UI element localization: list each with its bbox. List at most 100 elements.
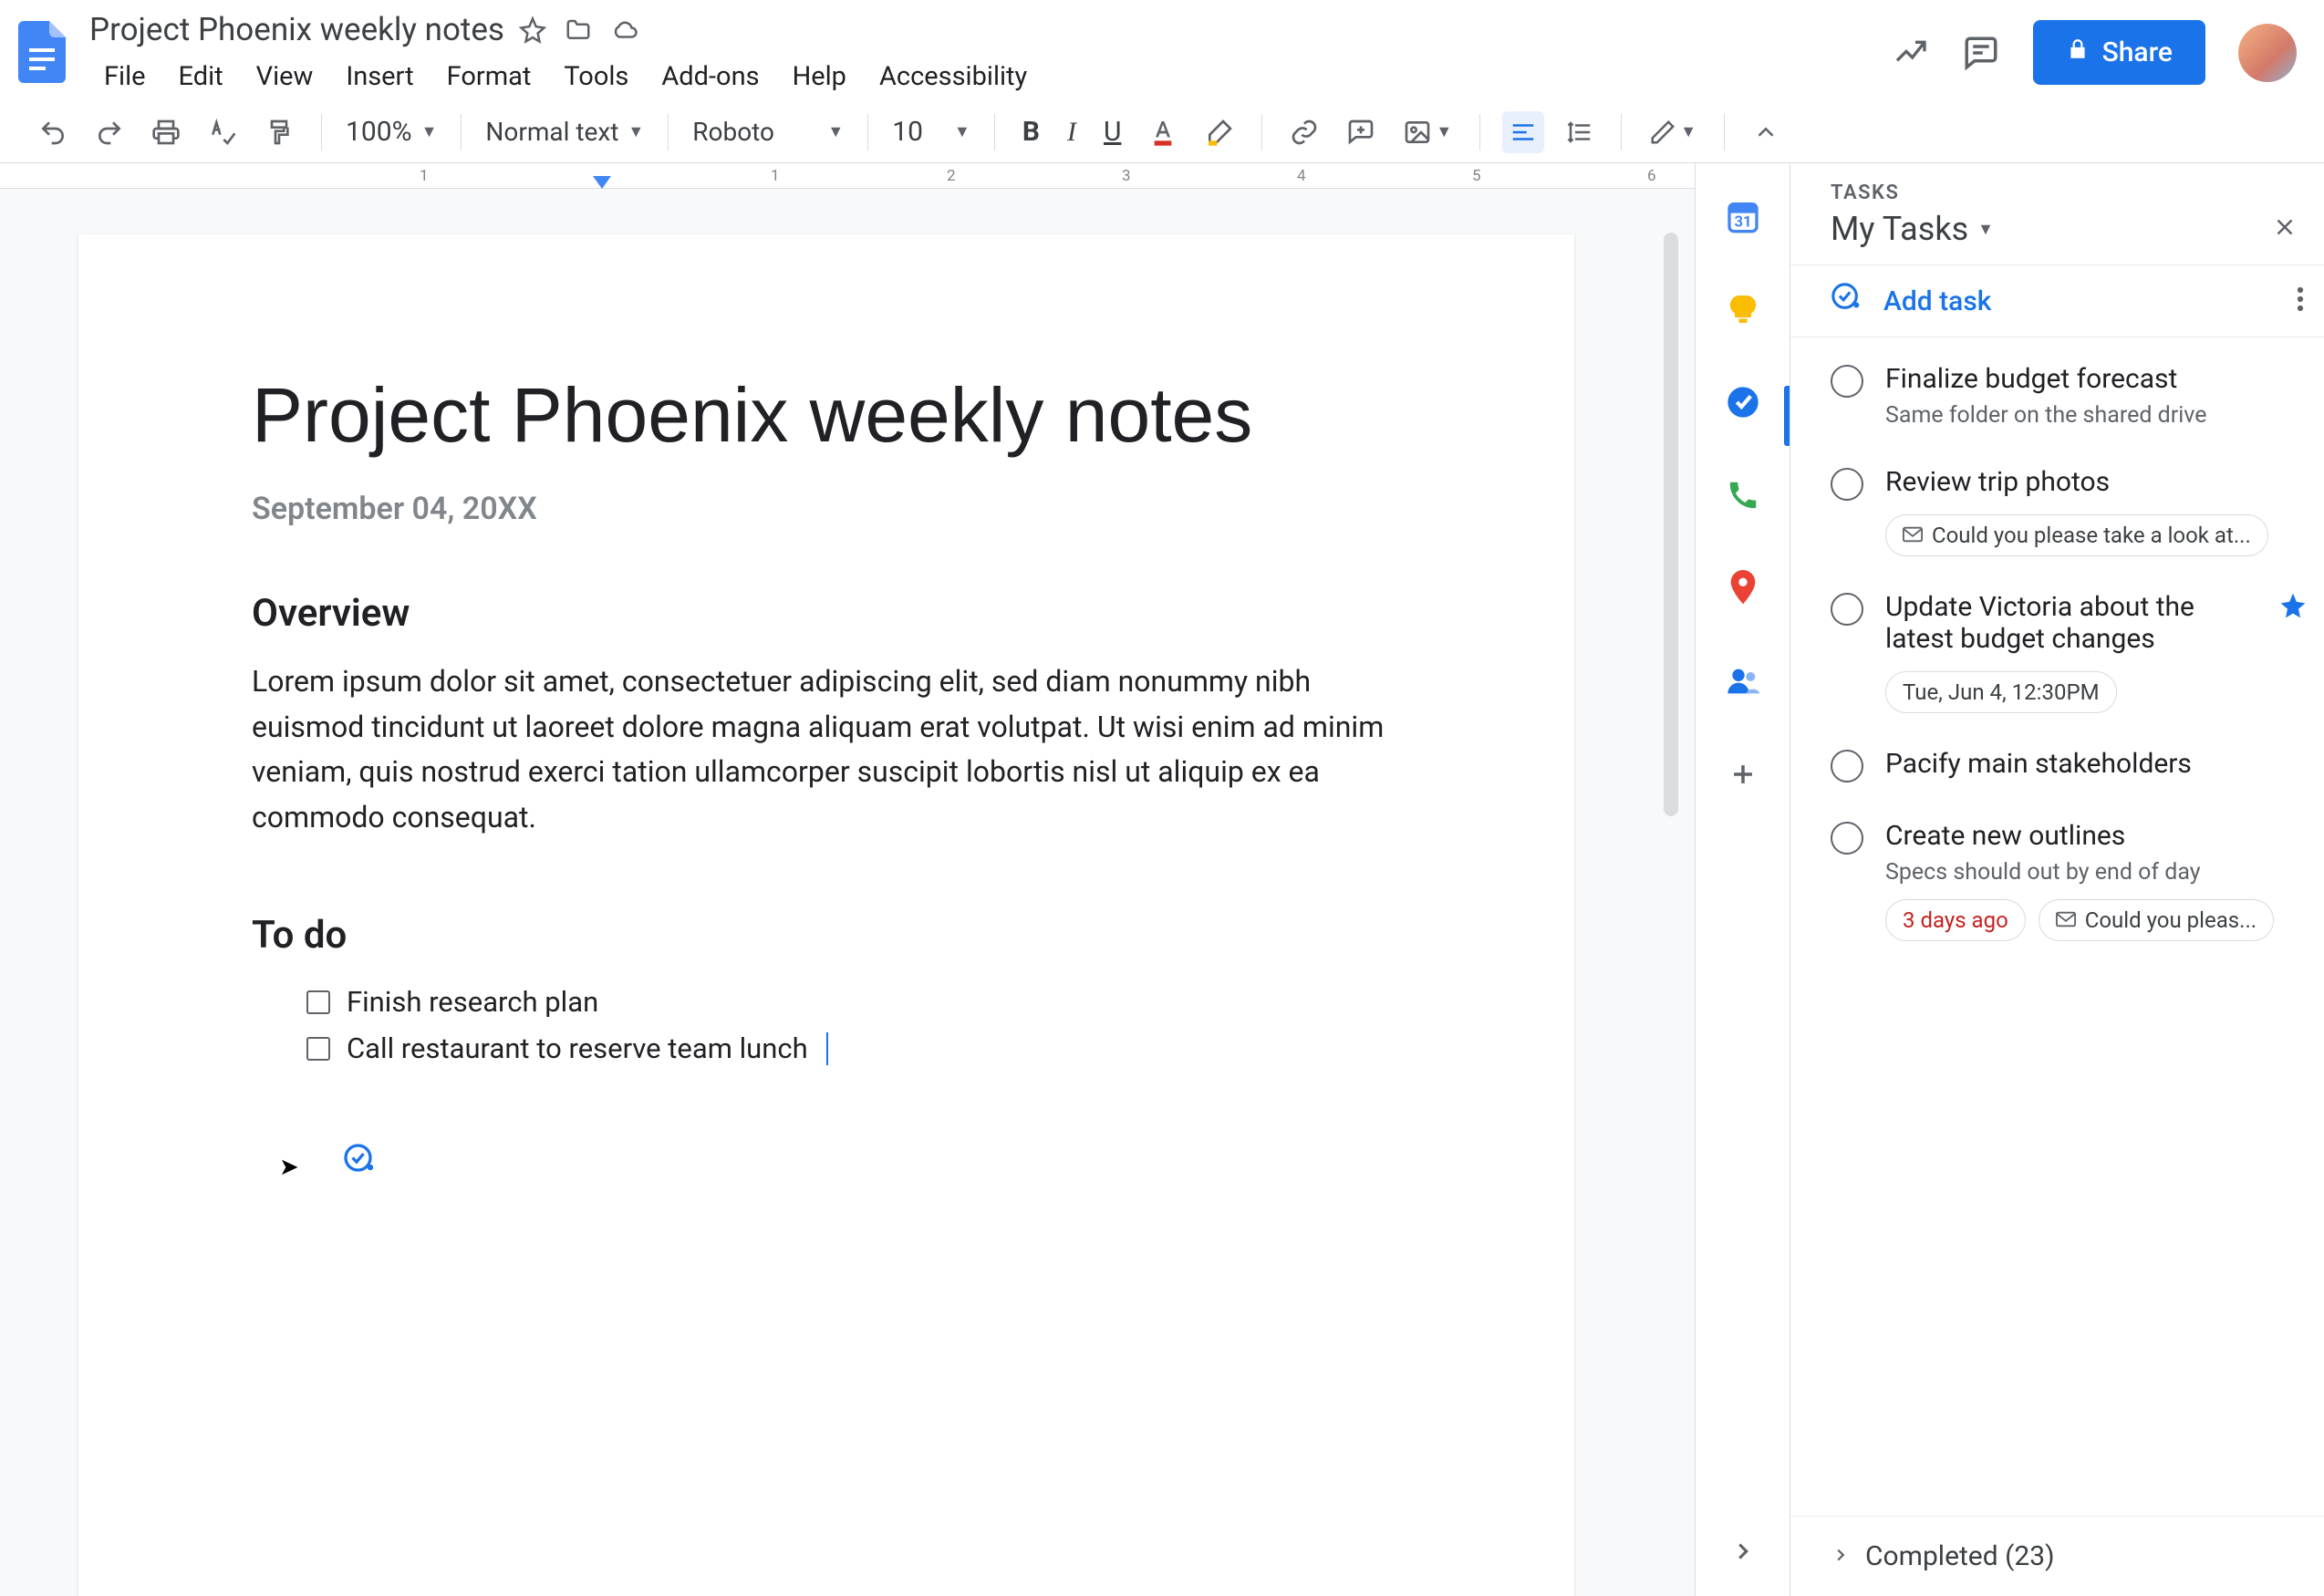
task-complete-circle[interactable]: [1831, 365, 1863, 398]
line-spacing-button[interactable]: [1561, 113, 1599, 151]
star-filled-icon[interactable]: [2278, 591, 2308, 624]
undo-button[interactable]: [33, 112, 73, 152]
underline-button[interactable]: U: [1098, 110, 1126, 153]
todo-text: Call restaurant to reserve team lunch: [347, 1031, 808, 1065]
todo-text: Finish research plan: [347, 985, 598, 1019]
tasks-rail-icon[interactable]: [1725, 384, 1761, 420]
comments-icon[interactable]: [1962, 34, 2000, 72]
chip-text: Could you please take a look at...: [1932, 523, 2251, 548]
highlight-button[interactable]: [1199, 112, 1240, 152]
separator: [994, 114, 995, 150]
overdue-chip[interactable]: 3 days ago: [1885, 899, 2026, 941]
menu-view[interactable]: View: [242, 56, 328, 98]
people-rail-icon[interactable]: [1725, 663, 1761, 700]
completed-section[interactable]: Completed (23): [1790, 1516, 2324, 1596]
tasks-list-name: My Tasks: [1831, 210, 1968, 248]
add-comment-button[interactable]: [1341, 112, 1381, 152]
chevron-down-icon: ▼: [827, 122, 844, 141]
doc-title-heading: Project Phoenix weekly notes: [252, 371, 1401, 460]
chevron-down-icon: ▼: [954, 122, 970, 141]
menu-addons[interactable]: Add-ons: [647, 56, 773, 98]
menu-file[interactable]: File: [89, 56, 161, 98]
main-area: 1 1 2 3 4 5 6 Project Phoenix weekly not…: [0, 163, 2324, 1596]
task-complete-circle[interactable]: [1831, 822, 1863, 855]
indent-marker-icon[interactable]: [593, 176, 611, 189]
print-button[interactable]: [146, 112, 186, 152]
close-panel-button[interactable]: [2271, 213, 2298, 244]
task-item[interactable]: Pacify main stakeholders: [1831, 731, 2302, 803]
mail-icon: [1903, 523, 1923, 548]
vertical-scrollbar[interactable]: [1664, 233, 1678, 816]
insert-image-button[interactable]: ▼: [1397, 112, 1458, 152]
task-item[interactable]: Finalize budget forecast Same folder on …: [1831, 347, 2302, 450]
separator: [461, 114, 462, 150]
menu-format[interactable]: Format: [432, 56, 546, 98]
font-size-dropdown[interactable]: 10▼: [890, 112, 972, 151]
checkbox-icon[interactable]: [306, 1037, 330, 1061]
paint-format-button[interactable]: [259, 112, 299, 152]
maps-rail-icon[interactable]: [1725, 570, 1761, 606]
tasks-list: Finalize budget forecast Same folder on …: [1790, 337, 2324, 1516]
ruler-tick: 1: [771, 167, 780, 185]
star-icon[interactable]: [519, 16, 546, 44]
separator: [321, 114, 322, 150]
editing-mode-button[interactable]: ▼: [1644, 113, 1702, 151]
contacts-rail-icon[interactable]: [1725, 477, 1761, 513]
date-chip[interactable]: Tue, Jun 4, 12:30PM: [1885, 671, 2117, 713]
font-dropdown[interactable]: Roboto▼: [690, 113, 846, 150]
collapse-toolbar-button[interactable]: [1747, 113, 1785, 151]
document-title[interactable]: Project Phoenix weekly notes: [89, 11, 504, 48]
zoom-dropdown[interactable]: 100%▼: [344, 112, 439, 151]
paragraph-style-dropdown[interactable]: Normal text▼: [483, 113, 646, 150]
chip-text: Could you pleas...: [2085, 907, 2257, 933]
move-folder-icon[interactable]: [565, 16, 592, 44]
italic-button[interactable]: I: [1062, 111, 1082, 153]
horizontal-ruler[interactable]: 1 1 2 3 4 5 6: [0, 163, 1695, 189]
ruler-tick: 1: [420, 167, 429, 185]
cloud-status-icon[interactable]: [610, 16, 639, 44]
spellcheck-button[interactable]: [202, 112, 243, 152]
tasks-panel: TASKS My Tasks ▼ Add task Finalize budge…: [1790, 163, 2324, 1596]
calendar-rail-icon[interactable]: 31: [1725, 198, 1761, 234]
add-addon-rail-icon[interactable]: [1725, 756, 1761, 793]
docs-app-icon[interactable]: [11, 11, 73, 93]
share-button[interactable]: Share: [2033, 20, 2205, 85]
task-complete-circle[interactable]: [1831, 593, 1863, 626]
separator: [1261, 114, 1262, 150]
side-panel-rail: 31: [1695, 163, 1790, 1596]
checkbox-icon[interactable]: [306, 990, 330, 1014]
lock-icon: [2066, 36, 2090, 68]
add-task-inline-icon[interactable]: [343, 1143, 376, 1179]
menu-insert[interactable]: Insert: [331, 56, 428, 98]
task-item[interactable]: Review trip photos Could you please take…: [1831, 450, 2302, 575]
email-chip[interactable]: Could you pleas...: [2039, 899, 2274, 941]
tasks-list-dropdown[interactable]: My Tasks ▼: [1831, 210, 1994, 248]
menu-edit[interactable]: Edit: [164, 56, 238, 98]
keep-rail-icon[interactable]: [1725, 291, 1761, 327]
tasks-menu-button[interactable]: [2297, 285, 2304, 316]
task-complete-circle[interactable]: [1831, 468, 1863, 501]
task-title: Update Victoria about the latest budget …: [1885, 591, 2302, 655]
task-item[interactable]: Update Victoria about the latest budget …: [1831, 575, 2302, 731]
email-chip[interactable]: Could you please take a look at...: [1885, 514, 2268, 556]
task-complete-circle[interactable]: [1831, 750, 1863, 782]
zoom-value: 100%: [346, 116, 412, 148]
insert-link-button[interactable]: [1284, 112, 1324, 152]
task-title: Create new outlines: [1885, 820, 2302, 852]
document-page[interactable]: Project Phoenix weekly notes September 0…: [78, 234, 1574, 1596]
menu-tools[interactable]: Tools: [549, 56, 643, 98]
task-title: Pacify main stakeholders: [1885, 748, 2302, 780]
menu-help[interactable]: Help: [778, 56, 861, 98]
menu-accessibility[interactable]: Accessibility: [865, 56, 1042, 98]
align-left-button[interactable]: [1502, 111, 1544, 153]
text-color-button[interactable]: [1143, 112, 1183, 152]
account-avatar[interactable]: [2238, 24, 2297, 82]
bold-button[interactable]: B: [1017, 110, 1045, 153]
tasks-panel-header: TASKS My Tasks ▼: [1790, 163, 2324, 264]
add-task-button[interactable]: Add task: [1831, 282, 1991, 320]
chevron-right-icon: [1831, 1540, 1851, 1572]
expand-rail-icon[interactable]: [1729, 1538, 1757, 1569]
activity-icon[interactable]: [1893, 35, 1929, 71]
redo-button[interactable]: [89, 112, 130, 152]
task-item[interactable]: Create new outlines Specs should out by …: [1831, 803, 2302, 959]
